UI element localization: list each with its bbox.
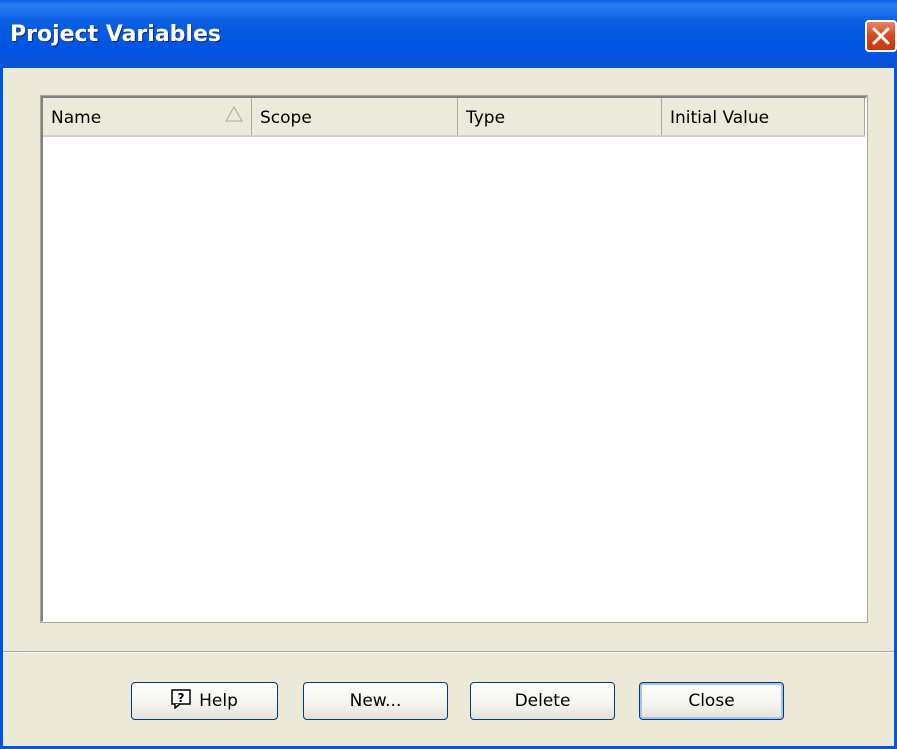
variables-list[interactable]: Name Scope Type Initial Value [40,95,868,623]
help-button-label: Help [199,691,238,711]
svg-text:?: ? [178,691,185,705]
column-header-label: Initial Value [670,108,770,128]
column-header-label: Name [51,108,102,128]
close-button[interactable]: Close [639,682,784,720]
close-x-icon [872,27,890,45]
delete-button-label: Delete [514,691,571,711]
help-icon: ? [171,689,191,709]
column-header-initial-value[interactable]: Initial Value [662,98,865,135]
column-header-label: Type [466,108,506,128]
list-header: Name Scope Type Initial Value [43,98,865,137]
close-window-button[interactable] [865,20,897,52]
project-variables-dialog: Project Variables Name Scope Type Initia… [0,0,897,749]
column-header-label: Scope [260,108,312,128]
column-header-scope[interactable]: Scope [252,98,458,135]
list-body[interactable] [43,137,865,621]
column-header-type[interactable]: Type [458,98,662,135]
new-button-label: New... [349,691,402,711]
help-button[interactable]: ? Help [131,682,278,720]
column-header-name[interactable]: Name [43,98,252,135]
close-button-label: Close [688,691,735,711]
sort-ascending-icon [225,106,243,122]
window-title: Project Variables [10,22,221,47]
title-bar[interactable]: Project Variables [0,0,897,68]
delete-button[interactable]: Delete [470,682,615,720]
divider [3,651,894,653]
new-button[interactable]: New... [303,682,448,720]
